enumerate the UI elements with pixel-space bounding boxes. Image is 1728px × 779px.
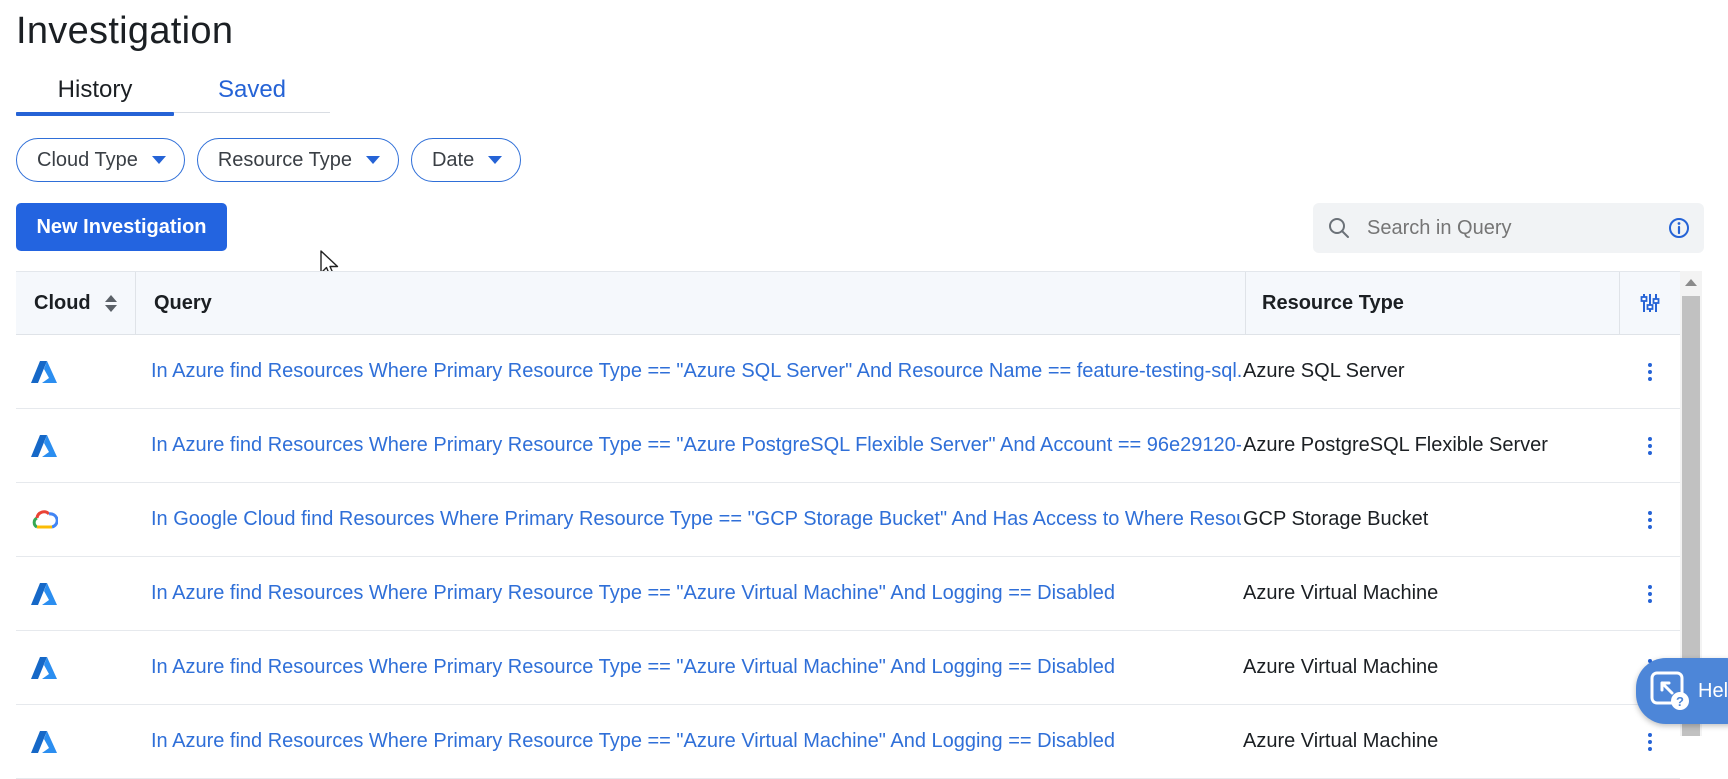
table-row[interactable]: In Azure find Resources Where Primary Re…	[16, 335, 1680, 409]
query-link[interactable]: In Azure find Resources Where Primary Re…	[151, 335, 1241, 408]
help-button[interactable]: ? Help	[1636, 658, 1728, 724]
column-header-query: Query	[136, 272, 1246, 334]
azure-logo-icon	[31, 582, 57, 605]
kebab-menu-icon	[1648, 436, 1652, 455]
table-row[interactable]: In Azure find Resources Where Primary Re…	[16, 557, 1680, 631]
search-input[interactable]	[1365, 215, 1668, 241]
resource-type-cell: Azure Virtual Machine	[1243, 730, 1439, 752]
caret-down-icon	[488, 156, 503, 164]
kebab-menu-icon	[1648, 584, 1652, 603]
row-menu-button[interactable]	[1620, 409, 1680, 482]
azure-logo-icon	[31, 360, 57, 383]
table-row[interactable]: In Azure find Resources Where Primary Re…	[16, 631, 1680, 705]
resource-type-filter[interactable]: Resource Type	[196, 138, 399, 182]
query-link[interactable]: In Azure find Resources Where Primary Re…	[151, 631, 1241, 704]
resource-type-cell: Azure Virtual Machine	[1243, 656, 1439, 678]
sort-icon[interactable]	[104, 294, 117, 312]
search-box	[1313, 203, 1704, 253]
kebab-menu-icon	[1648, 732, 1652, 751]
caret-down-icon	[365, 156, 380, 164]
filter-label: Resource Type	[217, 148, 352, 171]
table-row[interactable]: In Azure find Resources Where Primary Re…	[16, 705, 1680, 779]
help-expand-icon: ?	[1650, 671, 1689, 710]
investigation-history-table: Cloud Query Resource Type In Azure find …	[16, 271, 1680, 779]
column-header-cloud[interactable]: Cloud	[16, 272, 136, 334]
info-icon[interactable]	[1668, 217, 1690, 239]
column-label: Cloud	[34, 291, 91, 314]
resource-type-cell: Azure PostgreSQL Flexible Server	[1243, 434, 1548, 456]
column-settings-button[interactable]	[1620, 272, 1680, 334]
svg-text:?: ?	[1676, 694, 1684, 709]
row-menu-button[interactable]	[1620, 483, 1680, 556]
resource-type-cell: GCP Storage Bucket	[1243, 508, 1429, 530]
column-settings-icon	[1640, 294, 1660, 312]
query-link[interactable]: In Azure find Resources Where Primary Re…	[151, 557, 1241, 630]
filter-bar: Cloud Type Resource Type Date	[16, 138, 522, 182]
cloud-cell	[30, 631, 70, 704]
resource-type-cell: Azure SQL Server	[1243, 360, 1405, 382]
row-menu-button[interactable]	[1620, 335, 1680, 408]
query-link[interactable]: In Azure find Resources Where Primary Re…	[151, 705, 1241, 778]
column-label: Query	[154, 291, 212, 314]
cloud-cell	[30, 335, 70, 408]
query-link[interactable]: In Azure find Resources Where Primary Re…	[151, 409, 1241, 482]
new-investigation-button[interactable]: New Investigation	[16, 203, 227, 251]
scroll-up-arrow-icon[interactable]	[1685, 279, 1697, 286]
resource-type-cell: Azure Virtual Machine	[1243, 582, 1439, 604]
azure-logo-icon	[31, 730, 57, 753]
kebab-menu-icon	[1648, 362, 1652, 381]
google-cloud-logo-icon	[32, 509, 58, 528]
cloud-cell	[30, 483, 70, 556]
table-row[interactable]: In Google Cloud find Resources Where Pri…	[16, 483, 1680, 557]
row-menu-button[interactable]	[1620, 557, 1680, 630]
page-title: Investigation	[16, 10, 234, 52]
tab-saved[interactable]: Saved	[174, 76, 330, 112]
cloud-type-filter[interactable]: Cloud Type	[16, 138, 185, 182]
query-link[interactable]: In Google Cloud find Resources Where Pri…	[151, 483, 1241, 556]
help-label: Help	[1698, 679, 1728, 702]
column-label: Resource Type	[1262, 291, 1404, 314]
azure-logo-icon	[31, 434, 57, 457]
tab-history[interactable]: History	[16, 76, 174, 116]
cloud-cell	[30, 409, 70, 482]
caret-down-icon	[151, 156, 166, 164]
kebab-menu-icon	[1648, 510, 1652, 529]
filter-label: Date	[431, 148, 475, 171]
column-header-resource-type: Resource Type	[1246, 272, 1620, 334]
azure-logo-icon	[31, 656, 57, 679]
search-icon	[1329, 218, 1349, 238]
date-filter[interactable]: Date	[410, 138, 522, 182]
filter-label: Cloud Type	[37, 148, 138, 171]
table-header: Cloud Query Resource Type	[16, 271, 1680, 335]
tab-bar: History Saved	[16, 72, 330, 116]
cloud-cell	[30, 705, 70, 778]
cloud-cell	[30, 557, 70, 630]
table-row[interactable]: In Azure find Resources Where Primary Re…	[16, 409, 1680, 483]
